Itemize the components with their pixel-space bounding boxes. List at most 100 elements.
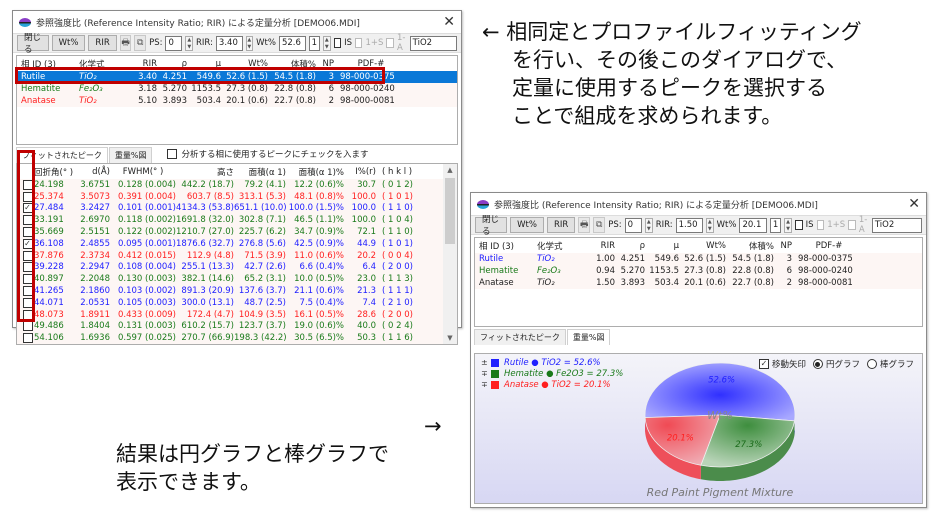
rir-button[interactable]: RIR	[546, 217, 576, 233]
peak-checkbox[interactable]	[22, 215, 33, 226]
print-icon[interactable]: 🖶	[119, 35, 132, 51]
peak-row[interactable]: 41.265 2.1860 0.103 (0.002) 891.3 (20.9) 137…	[17, 285, 457, 297]
peak-checkbox[interactable]	[22, 179, 33, 190]
peak-checkbox[interactable]	[22, 203, 33, 214]
wt-button[interactable]: Wt%	[51, 35, 86, 51]
index-input[interactable]: 1	[308, 35, 321, 51]
wt-input[interactable]: 20.1	[739, 217, 767, 233]
peak-checkbox[interactable]	[22, 309, 33, 320]
col-mu[interactable]: μ	[187, 59, 221, 69]
tab-fitted-peaks[interactable]: フィットされたピーク	[474, 329, 566, 345]
rir-input[interactable]: 3.40	[215, 35, 243, 51]
formula-input[interactable]: TiO2	[871, 217, 922, 233]
col-vol[interactable]: 体積%	[726, 240, 774, 252]
peak-checkbox[interactable]	[22, 238, 33, 249]
scroll-thumb[interactable]	[445, 178, 455, 244]
peak-checkbox[interactable]	[22, 227, 33, 238]
index-input[interactable]: 1	[769, 217, 782, 233]
col-fwhm[interactable]: FWHM(° )	[110, 167, 176, 177]
col-np[interactable]: NP	[774, 241, 792, 251]
peak-row[interactable]: 25.374 3.5073 0.391 (0.004) 603.7 (8.5) 313.…	[17, 190, 457, 203]
col-pdf[interactable]: PDF-#	[792, 241, 860, 251]
tab-weight-chart[interactable]: 重量%図	[566, 329, 611, 345]
close-icon[interactable]: ✕	[908, 196, 920, 212]
peak-scrollbar[interactable]: ▲ ▼	[443, 164, 457, 344]
peak-check-option[interactable]: 分析する相に使用するピークにチェックを入ます	[167, 148, 368, 163]
col-rho[interactable]: ρ	[157, 59, 187, 69]
col-formula[interactable]: 化学式	[79, 58, 137, 70]
peak-row[interactable]: 49.486 1.8404 0.131 (0.003) 610.2 (15.7) 123…	[17, 320, 457, 333]
phase-row[interactable]: Rutile TiO₂ 3.40 4.251 549.6 52.6 (1.5) 54.5 (…	[17, 71, 457, 83]
ps-input[interactable]: 0	[165, 35, 183, 51]
peak-row[interactable]: 48.073 1.8911 0.433 (0.009) 172.4 (4.7) 104.…	[17, 308, 457, 321]
ps-input[interactable]: 0	[624, 217, 642, 233]
rir-button[interactable]: RIR	[88, 35, 117, 51]
col-area-pct[interactable]: 面積(α 1)%	[286, 166, 344, 178]
index-spinner[interactable]: ▲ ▼	[323, 35, 331, 51]
col-intensity[interactable]: I%(r)	[344, 167, 376, 177]
peak-row[interactable]: 37.876 2.3734 0.412 (0.015) 112.9 (4.8) 71.5…	[17, 249, 457, 262]
copy-icon[interactable]: ⧉	[593, 217, 606, 233]
col-angle[interactable]: 回折角(° )	[34, 166, 74, 178]
col-pdf[interactable]: PDF-#	[334, 59, 402, 69]
col-wt[interactable]: Wt%	[679, 241, 726, 251]
col-np[interactable]: NP	[316, 59, 334, 69]
wt-input[interactable]: 52.6	[278, 35, 306, 51]
formula-input[interactable]: TiO2	[409, 35, 458, 51]
phase-row[interactable]: Anatase TiO₂ 1.50 3.893 503.4 20.1 (0.6) 22.7 …	[475, 277, 922, 289]
one-a-checkbox[interactable]	[386, 38, 394, 48]
rir-input[interactable]: 1.50	[675, 217, 703, 233]
wt-button[interactable]: Wt%	[510, 217, 544, 233]
col-rir[interactable]: RIR	[137, 59, 157, 69]
peak-checkbox[interactable]	[22, 321, 33, 332]
tab-weight-chart[interactable]: 重量%図	[108, 147, 153, 163]
is-s-checkbox[interactable]	[816, 220, 825, 230]
peak-row[interactable]: 36.108 2.4855 0.095 (0.001)1876.6 (32.7)27…	[17, 237, 457, 250]
col-phase-id[interactable]: 相 ID (3)	[17, 58, 79, 70]
peak-check-checkbox[interactable]	[167, 149, 178, 159]
peak-checkbox[interactable]	[22, 333, 33, 344]
col-rho[interactable]: ρ	[615, 241, 645, 251]
ps-spinner[interactable]: ▲ ▼	[185, 35, 193, 51]
close-icon[interactable]: ✕	[443, 14, 455, 30]
phase-row[interactable]: Hematite Fe₂O₃ 3.18 5.270 1153.5 27.3 (0.8) 22…	[17, 83, 457, 95]
is-checkbox[interactable]	[794, 220, 803, 230]
col-area[interactable]: 面積(α 1)	[234, 166, 286, 178]
tab-fitted-peaks[interactable]: フィットされたピーク	[16, 147, 108, 163]
peak-checkbox[interactable]	[22, 262, 33, 273]
close-button[interactable]: 閉じる	[17, 33, 49, 55]
col-mu[interactable]: μ	[645, 241, 679, 251]
peak-row[interactable]: 40.897 2.2048 0.130 (0.003) 382.1 (14.6) 65.…	[17, 273, 457, 286]
col-rir[interactable]: RIR	[595, 241, 615, 251]
peak-row[interactable]: 24.198 3.6751 0.128 (0.004) 442.2 (18.7) 79.…	[17, 179, 457, 191]
col-d[interactable]: d(Å)	[74, 167, 110, 177]
peak-row[interactable]: 27.484 3.2427 0.101 (0.001)4134.3 (53.8)65…	[17, 202, 457, 215]
peak-row[interactable]: 54.106 1.6936 0.597 (0.025) 270.7 (66.9) 198…	[17, 332, 457, 345]
col-wt[interactable]: Wt%	[221, 59, 268, 69]
one-a-checkbox[interactable]	[848, 220, 856, 230]
peak-checkbox[interactable]	[22, 250, 33, 261]
col-hkl[interactable]: ( h k l )	[376, 167, 424, 177]
peak-checkbox[interactable]	[22, 274, 33, 285]
close-button[interactable]: 閉じる	[475, 215, 508, 237]
col-formula[interactable]: 化学式	[537, 240, 595, 252]
phase-row[interactable]: Hematite Fe₂O₃ 0.94 5.270 1153.5 27.3 (0.8) 22…	[475, 265, 922, 277]
col-vol[interactable]: 体積%	[268, 58, 316, 70]
scroll-down-icon[interactable]: ▼	[443, 334, 457, 342]
print-icon[interactable]: 🖶	[578, 217, 591, 233]
col-height[interactable]: 高さ	[176, 166, 234, 178]
is-s-checkbox[interactable]	[354, 38, 363, 48]
scroll-up-icon[interactable]: ▲	[443, 166, 457, 174]
peak-row[interactable]: 35.669 2.5151 0.122 (0.002) 1210.7 (27.0) 22…	[17, 226, 457, 238]
index-spinner[interactable]: ▲ ▼	[784, 217, 792, 233]
copy-icon[interactable]: ⧉	[134, 35, 147, 51]
peak-checkbox[interactable]	[22, 286, 33, 297]
peak-row[interactable]: 33.191 2.6970 0.118 (0.002) 1691.8 (32.0) 30…	[17, 214, 457, 227]
ps-spinner[interactable]: ▲ ▼	[645, 217, 653, 233]
peak-row[interactable]: 39.228 2.2947 0.108 (0.004) 255.1 (13.3) 42.…	[17, 261, 457, 274]
peak-row[interactable]: 44.071 2.0531 0.105 (0.003) 300.0 (13.1) 48.…	[17, 296, 457, 309]
is-checkbox[interactable]	[333, 38, 342, 48]
peak-checkbox[interactable]	[22, 191, 33, 202]
phase-row[interactable]: Rutile TiO₂ 1.00 4.251 549.6 52.6 (1.5) 54.5 (…	[475, 253, 922, 265]
col-phase-id[interactable]: 相 ID (3)	[475, 240, 537, 252]
